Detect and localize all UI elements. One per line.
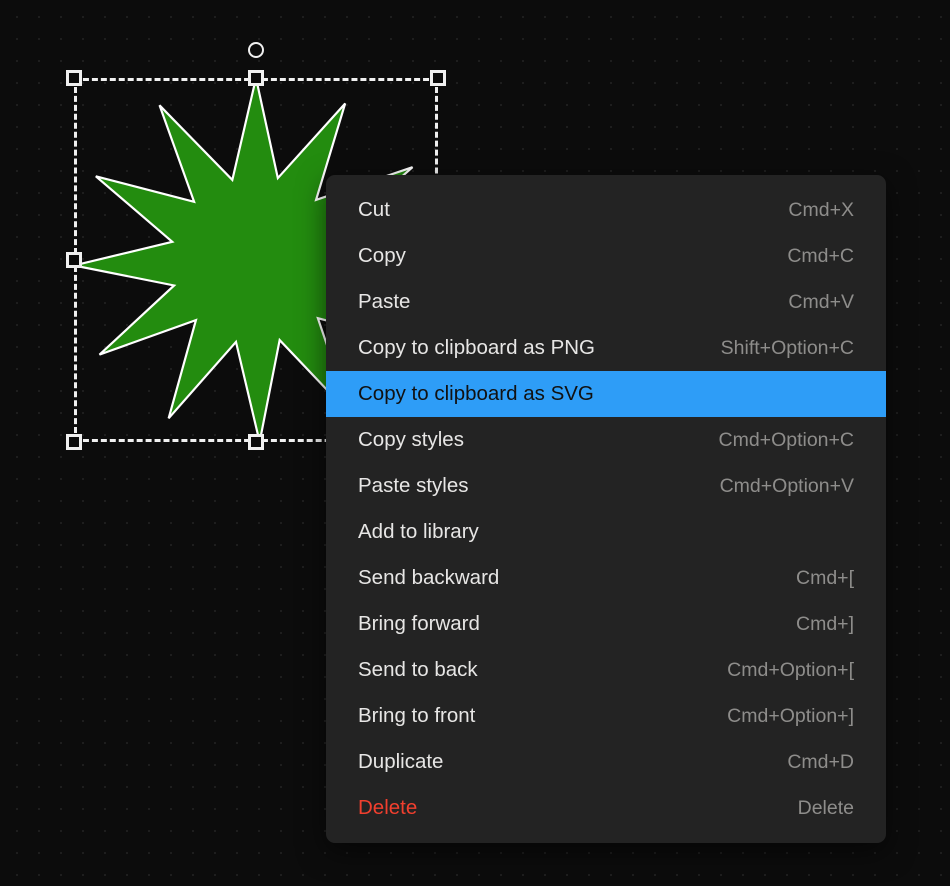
menu-item-cut[interactable]: Cut Cmd+X (326, 187, 886, 233)
menu-item-shortcut: Cmd+V (788, 291, 854, 314)
menu-item-bring-forward[interactable]: Bring forward Cmd+] (326, 601, 886, 647)
menu-item-shortcut: Cmd+] (796, 613, 854, 636)
menu-item-shortcut: Cmd+Option+[ (727, 659, 854, 682)
menu-item-label: Add to library (358, 520, 479, 544)
resize-handle-bottom-middle[interactable] (248, 434, 264, 450)
menu-item-copy-styles[interactable]: Copy styles Cmd+Option+C (326, 417, 886, 463)
resize-handle-middle-left[interactable] (66, 252, 82, 268)
menu-item-label: Copy (358, 244, 406, 268)
menu-item-send-backward[interactable]: Send backward Cmd+[ (326, 555, 886, 601)
menu-item-shortcut: Cmd+[ (796, 567, 854, 590)
resize-handle-top-left[interactable] (66, 70, 82, 86)
menu-item-label: Delete (358, 796, 417, 820)
rotate-handle[interactable] (248, 42, 264, 58)
menu-item-label: Bring forward (358, 612, 480, 636)
menu-item-copy-svg[interactable]: Copy to clipboard as SVG (326, 371, 886, 417)
menu-item-label: Copy styles (358, 428, 464, 452)
context-menu: Cut Cmd+X Copy Cmd+C Paste Cmd+V Copy to… (326, 175, 886, 843)
menu-item-paste[interactable]: Paste Cmd+V (326, 279, 886, 325)
menu-item-shortcut: Delete (798, 797, 854, 820)
resize-handle-bottom-left[interactable] (66, 434, 82, 450)
menu-item-label: Bring to front (358, 704, 475, 728)
menu-item-shortcut: Shift+Option+C (721, 337, 854, 360)
menu-item-shortcut: Cmd+D (787, 751, 854, 774)
menu-item-paste-styles[interactable]: Paste styles Cmd+Option+V (326, 463, 886, 509)
menu-item-label: Cut (358, 198, 390, 222)
menu-item-label: Copy to clipboard as SVG (358, 382, 594, 406)
menu-item-label: Send to back (358, 658, 478, 682)
menu-item-label: Paste (358, 290, 410, 314)
menu-item-delete[interactable]: Delete Delete (326, 785, 886, 831)
menu-item-shortcut: Cmd+Option+] (727, 705, 854, 728)
menu-item-shortcut: Cmd+Option+V (720, 475, 854, 498)
menu-item-duplicate[interactable]: Duplicate Cmd+D (326, 739, 886, 785)
menu-item-send-to-back[interactable]: Send to back Cmd+Option+[ (326, 647, 886, 693)
menu-item-add-to-library[interactable]: Add to library (326, 509, 886, 555)
menu-item-copy[interactable]: Copy Cmd+C (326, 233, 886, 279)
resize-handle-top-right[interactable] (430, 70, 446, 86)
menu-item-shortcut: Cmd+C (787, 245, 854, 268)
menu-item-label: Duplicate (358, 750, 443, 774)
menu-item-label: Paste styles (358, 474, 469, 498)
resize-handle-top-middle[interactable] (248, 70, 264, 86)
menu-item-shortcut: Cmd+Option+C (719, 429, 854, 452)
menu-item-bring-to-front[interactable]: Bring to front Cmd+Option+] (326, 693, 886, 739)
menu-item-label: Send backward (358, 566, 499, 590)
menu-item-label: Copy to clipboard as PNG (358, 336, 595, 360)
menu-item-shortcut: Cmd+X (788, 199, 854, 222)
menu-item-copy-png[interactable]: Copy to clipboard as PNG Shift+Option+C (326, 325, 886, 371)
